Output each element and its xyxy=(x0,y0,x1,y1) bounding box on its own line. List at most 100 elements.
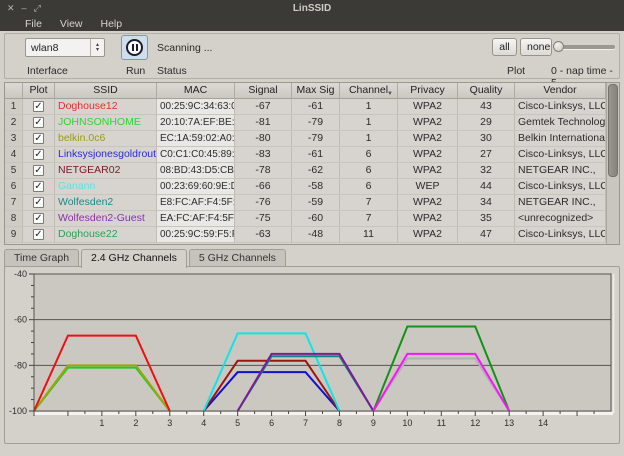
vendor-cell: Gemtek Technology C... xyxy=(515,115,606,131)
vendor-cell: Cisco-Linksys, LLC xyxy=(515,99,606,115)
ssid-cell: JOHNSONHOME xyxy=(55,115,157,131)
quality-cell: 29 xyxy=(458,115,515,131)
ssid-cell: Wolfesden2 xyxy=(55,195,157,211)
col-header-ssid[interactable]: SSID xyxy=(55,83,157,99)
vendor-cell: NETGEAR INC., xyxy=(515,195,606,211)
run-pause-button[interactable] xyxy=(121,35,148,60)
mac-cell: 20:10:7A:EF:BE:EF xyxy=(157,115,235,131)
menu-file[interactable]: File xyxy=(16,18,51,30)
signal-cell: -83 xyxy=(235,147,292,163)
quality-cell: 27 xyxy=(458,147,515,163)
privacy-cell: WEP xyxy=(398,179,458,195)
table-row: 7✓Wolfesden2E8:FC:AF:F4:5F:EF-76-597WPA2… xyxy=(5,195,606,211)
table-row: 4✓LinksysjonesgoldrouterC0:C1:C0:45:89:F… xyxy=(5,147,606,163)
plot-checkbox[interactable]: ✓ xyxy=(33,181,44,192)
plot-checkbox-cell: ✓ xyxy=(23,211,55,227)
plot-label: Plot xyxy=(507,65,525,77)
col-header-plot[interactable]: Plot xyxy=(23,83,55,99)
x-tick-label: 6 xyxy=(269,418,274,428)
plot-checkbox[interactable]: ✓ xyxy=(33,165,44,176)
menu-view[interactable]: View xyxy=(51,18,92,30)
menu-help[interactable]: Help xyxy=(92,18,132,30)
max-sig-cell: -61 xyxy=(292,147,340,163)
x-tick-label: 7 xyxy=(303,418,308,428)
x-tick-label: 3 xyxy=(167,418,172,428)
plot-all-button[interactable]: all xyxy=(492,38,517,56)
privacy-cell: WPA2 xyxy=(398,227,458,243)
plot-checkbox[interactable]: ✓ xyxy=(33,229,44,240)
plot-checkbox[interactable]: ✓ xyxy=(33,149,44,160)
x-tick-label: 13 xyxy=(504,418,514,428)
signal-cell: -67 xyxy=(235,99,292,115)
channel-cell: 1 xyxy=(340,115,398,131)
vendor-cell: NETGEAR INC., xyxy=(515,163,606,179)
naptime-slider[interactable] xyxy=(553,45,615,49)
status-value: Scanning ... xyxy=(157,42,212,54)
mac-cell: 00:23:69:60:9E:DB xyxy=(157,179,235,195)
ssid-cell: Doghouse22 xyxy=(55,227,157,243)
quality-cell: 44 xyxy=(458,179,515,195)
plot-checkbox-cell: ✓ xyxy=(23,163,55,179)
table-scrollbar[interactable] xyxy=(606,83,619,244)
quality-cell: 34 xyxy=(458,195,515,211)
plot-checkbox[interactable]: ✓ xyxy=(33,133,44,144)
row-number: 4 xyxy=(5,147,23,163)
privacy-cell: WPA2 xyxy=(398,211,458,227)
channel-cell: 11 xyxy=(340,227,398,243)
col-header-vendor[interactable]: Vendor xyxy=(515,83,606,99)
row-number: 6 xyxy=(5,179,23,195)
signal-cell: -81 xyxy=(235,115,292,131)
row-number: 5 xyxy=(5,163,23,179)
tab-time-graph[interactable]: Time Graph xyxy=(4,249,79,267)
linssid-window: ✕ – ⤢ LinSSID FileViewHelp wlan8 ▴▾ Scan… xyxy=(0,0,624,456)
networks-table: PlotSSIDMACSignalMax SigChannel▼PrivacyQ… xyxy=(4,82,620,245)
x-tick-label: 1 xyxy=(99,418,104,428)
mac-cell: EC:1A:59:02:A0:C6 xyxy=(157,131,235,147)
privacy-cell: WPA2 xyxy=(398,131,458,147)
plot-checkbox[interactable]: ✓ xyxy=(33,101,44,112)
ssid-cell: Ganann xyxy=(55,179,157,195)
plot-checkbox[interactable]: ✓ xyxy=(33,197,44,208)
ssid-cell: Linksysjonesgoldrouter xyxy=(55,147,157,163)
vendor-cell: <unrecognized> xyxy=(515,211,606,227)
plot-checkbox[interactable]: ✓ xyxy=(33,213,44,224)
table-scrollbar-thumb[interactable] xyxy=(608,84,618,177)
vendor-cell: Cisco-Linksys, LLC xyxy=(515,227,606,243)
tab-2-4-ghz-channels[interactable]: 2.4 GHz Channels xyxy=(81,249,187,268)
x-tick-label: 10 xyxy=(402,418,412,428)
col-header-channel[interactable]: Channel▼ xyxy=(340,83,398,99)
tab-5-ghz-channels[interactable]: 5 GHz Channels xyxy=(189,249,286,267)
col-header-quality[interactable]: Quality xyxy=(458,83,515,99)
quality-cell: 35 xyxy=(458,211,515,227)
ssid-cell: Wolfesden2-Guest xyxy=(55,211,157,227)
mac-cell: 00:25:9C:59:F5:FC xyxy=(157,227,235,243)
x-tick-label: 4 xyxy=(201,418,206,428)
channel-cell: 1 xyxy=(340,131,398,147)
mac-cell: E8:FC:AF:F4:5F:EF xyxy=(157,195,235,211)
interface-select[interactable]: wlan8 ▴▾ xyxy=(25,38,105,57)
plot-checkbox-cell: ✓ xyxy=(23,147,55,163)
spinner-arrows-icon[interactable]: ▴▾ xyxy=(90,39,104,56)
channel-graph-panel: -40-60-80-1001234567891011121314 xyxy=(4,266,620,444)
x-tick-label: 11 xyxy=(437,418,446,428)
window-title: LinSSID xyxy=(0,3,624,14)
col-header-max-sig[interactable]: Max Sig xyxy=(292,83,340,99)
naptime-slider-knob[interactable] xyxy=(553,41,564,52)
plot-none-button[interactable]: none xyxy=(520,38,552,56)
x-tick-label: 8 xyxy=(337,418,342,428)
privacy-cell: WPA2 xyxy=(398,163,458,179)
quality-cell: 32 xyxy=(458,163,515,179)
max-sig-cell: -59 xyxy=(292,195,340,211)
col-header-privacy[interactable]: Privacy xyxy=(398,83,458,99)
col-header-signal[interactable]: Signal xyxy=(235,83,292,99)
graph-tabs: Time Graph2.4 GHz Channels5 GHz Channels xyxy=(4,249,288,267)
plot-checkbox-cell: ✓ xyxy=(23,99,55,115)
table-row: 8✓Wolfesden2-GuestEA:FC:AF:F4:5F:F0-75-6… xyxy=(5,211,606,227)
max-sig-cell: -79 xyxy=(292,115,340,131)
y-tick-label: -40 xyxy=(14,269,27,279)
signal-cell: -63 xyxy=(235,227,292,243)
menu-bar: FileViewHelp xyxy=(0,16,624,31)
plot-checkbox[interactable]: ✓ xyxy=(33,117,44,128)
row-number: 7 xyxy=(5,195,23,211)
col-header-mac[interactable]: MAC xyxy=(157,83,235,99)
